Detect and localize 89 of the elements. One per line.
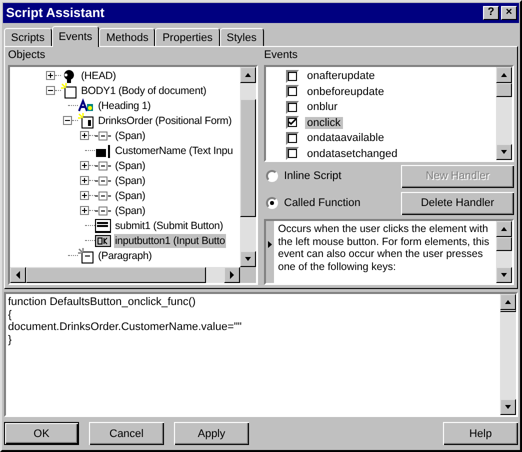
event-checkbox[interactable]	[286, 85, 299, 98]
scroll-up-arrow-icon[interactable]	[500, 226, 508, 232]
paragraph-node-icon	[78, 248, 94, 264]
expand-icon[interactable]	[80, 131, 89, 140]
tab[interactable]: Styles	[220, 28, 264, 46]
event-name[interactable]: onbeforeupdate	[305, 86, 386, 98]
tree-item[interactable]: (Heading 1)	[97, 98, 152, 113]
event-checkbox[interactable]	[286, 100, 299, 114]
scroll-down-arrow-icon[interactable]	[500, 272, 508, 278]
scrollbar-corner	[240, 267, 256, 284]
vertical-scrollbar[interactable]	[496, 67, 512, 160]
scroll-thumb[interactable]	[26, 267, 206, 284]
dialog-button[interactable]: Cancel	[89, 422, 164, 445]
events-label: Events	[264, 49, 299, 64]
expand-icon[interactable]	[80, 206, 89, 216]
objects-label: Objects	[8, 49, 46, 64]
tab[interactable]: Events	[52, 26, 100, 48]
scroll-down-arrow-icon[interactable]	[244, 256, 252, 262]
expand-icon[interactable]	[80, 161, 89, 170]
expand-icon[interactable]	[80, 176, 89, 186]
radio-label[interactable]: Called Function	[284, 197, 360, 210]
head-node-icon	[61, 68, 77, 84]
expand-icon[interactable]	[80, 191, 89, 200]
radio-label[interactable]: Inline Script	[284, 170, 342, 182]
pointer-arrow-icon	[268, 241, 272, 248]
dialog-button[interactable]: Apply	[174, 422, 249, 445]
event-checkbox[interactable]	[286, 132, 299, 144]
event-checkbox[interactable]	[286, 70, 299, 82]
code-line: }	[8, 334, 12, 346]
tab[interactable]: Properties	[155, 28, 220, 46]
scroll-up-arrow-icon[interactable]	[504, 299, 512, 306]
code-line: function DefaultsButton_onclick_func()	[8, 296, 196, 309]
dialog-button[interactable]: Help	[443, 422, 518, 445]
event-name[interactable]: onblur	[305, 101, 340, 113]
form-node-icon	[78, 112, 94, 129]
tree-item[interactable]: inputbutton1 (Input Butto	[114, 234, 226, 248]
help-button[interactable]: ?	[483, 6, 499, 20]
okbutton-node-icon	[95, 232, 111, 249]
scroll-thumb[interactable]	[500, 310, 516, 312]
vertical-scrollbar[interactable]	[496, 221, 512, 284]
scroll-thumb[interactable]	[496, 237, 512, 252]
collapse-icon[interactable]	[63, 116, 72, 126]
body-node-icon	[61, 82, 77, 99]
submit-node-icon	[95, 218, 111, 234]
tree-item[interactable]: (Span)	[114, 188, 146, 203]
tree-item[interactable]: submit1 (Submit Button)	[114, 218, 224, 233]
tree-item[interactable]: (Span)	[114, 174, 146, 188]
scroll-up-arrow-icon[interactable]	[244, 72, 252, 78]
tab[interactable]: Scripts	[4, 28, 52, 46]
event-checkbox[interactable]	[286, 116, 299, 129]
tree-item[interactable]: (HEAD)	[80, 68, 117, 83]
scroll-down-arrow-icon[interactable]	[504, 404, 512, 410]
tab[interactable]: Methods	[99, 28, 156, 46]
radio-button[interactable]	[266, 170, 278, 182]
tree-item[interactable]: DrinksOrder (Positional Form)	[97, 114, 233, 128]
expand-icon[interactable]	[46, 71, 55, 80]
scroll-down-arrow-icon[interactable]	[500, 149, 508, 156]
vertical-scrollbar[interactable]	[240, 67, 256, 268]
event-description: Occurs when the user clicks the element with the left mouse button. For form elements, this event can also occur when the user presses one of the following keys:	[278, 223, 490, 273]
window-title: Script Assistant	[6, 5, 104, 20]
event-name[interactable]: onclick	[305, 116, 343, 128]
code-line: {	[8, 308, 12, 322]
close-button[interactable]: ×	[501, 6, 517, 20]
collapse-icon[interactable]	[46, 86, 55, 96]
horizontal-scrollbar[interactable]	[10, 267, 256, 284]
tree-item[interactable]: (Span)	[114, 128, 146, 143]
tree-item[interactable]: (Span)	[114, 204, 146, 218]
tree-item[interactable]: BODY1 (Body of document)	[80, 84, 208, 98]
tree-item[interactable]: (Paragraph)	[97, 248, 153, 263]
scroll-left-arrow-icon[interactable]	[15, 270, 21, 280]
scroll-right-arrow-icon[interactable]	[229, 270, 235, 280]
handler-button[interactable]: Delete Handler	[401, 192, 514, 215]
event-name[interactable]: onafterupdate	[305, 70, 377, 82]
radio-button[interactable]	[266, 197, 278, 210]
vertical-scrollbar[interactable]	[500, 294, 516, 415]
heading-node-icon	[78, 98, 94, 114]
dialog-button[interactable]: OK	[4, 422, 79, 445]
event-name[interactable]: ondatasetchanged	[305, 148, 400, 160]
code-line: document.DrinksOrder.CustomerName.value=""	[8, 321, 242, 334]
event-name[interactable]: ondataavailable	[305, 132, 386, 144]
scroll-thumb[interactable]	[496, 83, 512, 98]
scroll-thumb[interactable]	[240, 99, 256, 218]
tree-item[interactable]: CustomerName (Text Inpu	[114, 144, 234, 158]
code-editor[interactable]: function DefaultsButton_onclick_func() { document.DrinksOrder.CustomerName.value="" }	[4, 292, 518, 417]
checkmark-icon	[289, 119, 296, 126]
scroll-up-arrow-icon[interactable]	[500, 72, 508, 78]
tree-item[interactable]: (Span)	[114, 158, 146, 173]
textinput-node-icon	[95, 142, 111, 159]
event-checkbox[interactable]	[286, 147, 299, 160]
